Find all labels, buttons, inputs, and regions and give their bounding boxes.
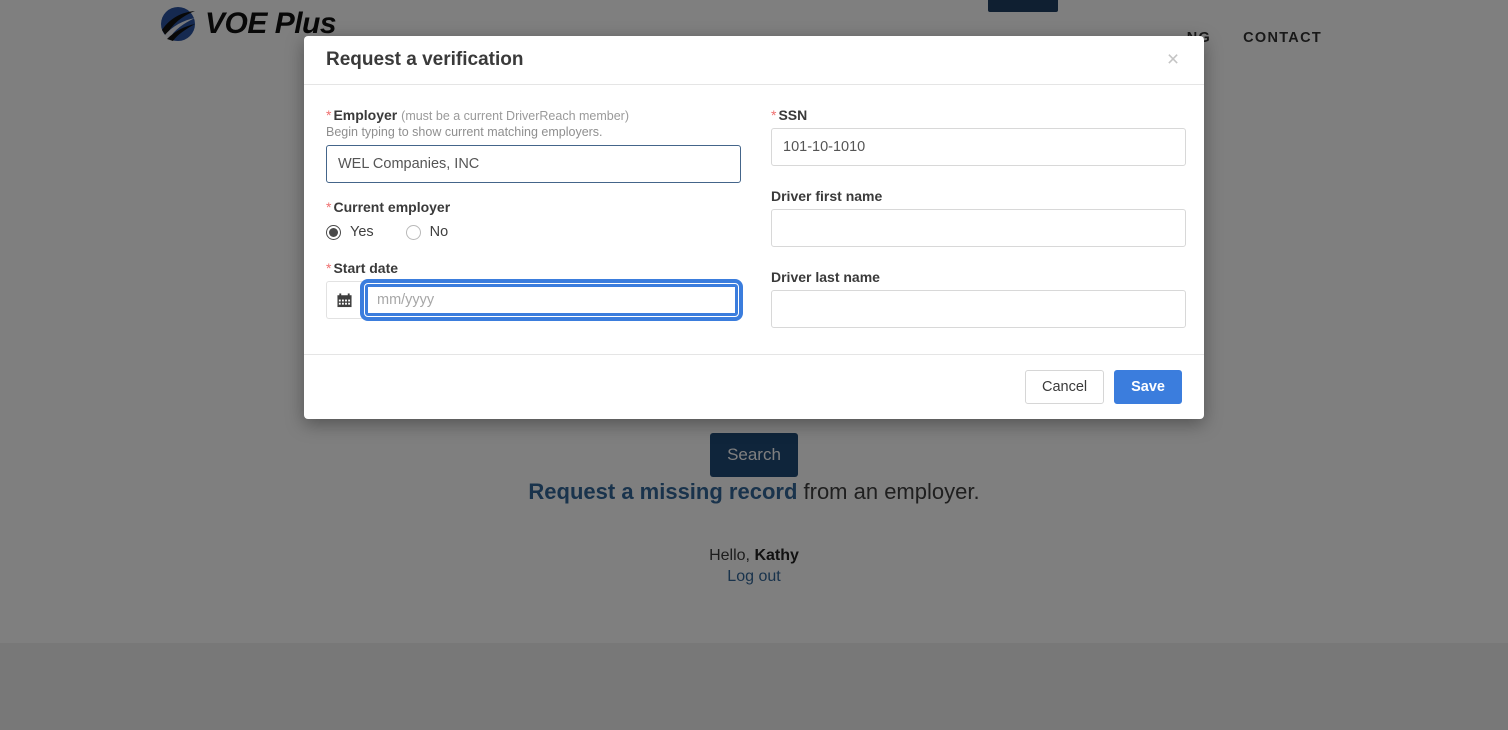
modal-body: * Employer (must be a current DriverReach… [304,85,1204,354]
radio-dot-icon [405,224,421,240]
employer-hint: Begin typing to show current matching em… [326,125,603,139]
field-group-current-employer: * Current employer Yes No [326,199,741,240]
close-icon[interactable]: × [1160,46,1186,72]
employer-label: * Employer (must be a current DriverReach… [326,107,741,123]
radio-current-employer-yes[interactable]: Yes [326,224,390,240]
calendar-glyph [337,292,352,307]
driver-last-name-input[interactable] [771,290,1186,328]
start-date-input-group [326,281,741,319]
employer-input[interactable] [326,145,741,183]
current-employer-radio-group: Yes No [326,224,741,240]
ssn-label: * SSN [771,107,1186,123]
radio-dot-icon [326,224,341,240]
ssn-label-text: SSN [778,107,808,123]
modal-title: Request a verification [326,49,524,70]
field-group-ssn: * SSN [771,107,1186,166]
start-date-label: * Start date [326,260,741,276]
field-group-driver-last-name: Driver last name [771,269,1186,328]
start-date-input-wrap [362,281,741,319]
save-button[interactable]: Save [1114,370,1182,404]
required-marker: * [326,260,332,276]
start-date-input[interactable] [362,281,741,319]
field-group-driver-first-name: Driver first name [771,188,1186,247]
driver-last-name-label: Driver last name [771,269,880,285]
required-marker: * [771,107,777,123]
field-group-employer: * Employer (must be a current DriverReach… [326,107,741,183]
driver-first-name-input[interactable] [771,209,1186,247]
current-employer-label: * Current employer [326,199,741,215]
modal-header: Request a verification × [304,36,1204,85]
required-marker: * [326,199,332,215]
radio-current-employer-no[interactable]: No [405,224,465,240]
current-employer-label-text: Current employer [333,199,451,215]
required-marker: * [326,107,332,123]
start-date-label-text: Start date [333,260,399,276]
cancel-button[interactable]: Cancel [1024,370,1105,404]
modal-left-column: * Employer (must be a current DriverReach… [326,107,741,344]
radio-label-yes: Yes [350,224,374,240]
driver-first-name-label: Driver first name [771,188,883,204]
employer-label-note: (must be a current DriverReach member) [401,109,630,123]
radio-label-no: No [429,224,449,240]
request-verification-modal: Request a verification × * Employer (must… [304,36,1204,419]
employer-label-text: Employer [333,107,398,123]
modal-footer: Cancel Save [304,354,1204,419]
ssn-input[interactable] [771,128,1186,166]
field-group-start-date: * Start date [326,260,741,319]
calendar-icon[interactable] [326,281,362,319]
modal-right-column: *SSN Driver first name Driver last name [771,107,1186,344]
